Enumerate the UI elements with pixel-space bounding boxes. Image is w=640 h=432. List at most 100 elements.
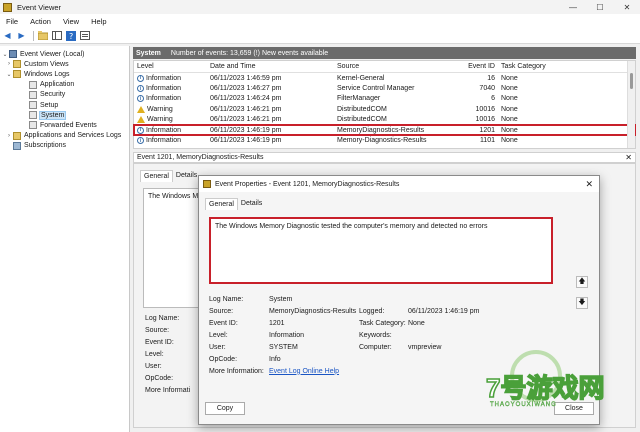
event-level-text: Information: [146, 95, 182, 103]
event-row[interactable]: i Information 06/11/2023 1:46:24 pm FilterM…: [134, 94, 635, 104]
event-level-cell: Warning: [134, 116, 207, 124]
minimize-button[interactable]: —: [560, 0, 586, 14]
event-source-cell: MemoryDiagnostics-Results: [337, 126, 425, 134]
detail-field-label: Event ID:: [145, 339, 174, 346]
column-date[interactable]: Date and Time: [207, 63, 334, 70]
log-icon: [29, 101, 37, 110]
dialog-title-bar: Event Properties - Event 1201, MemoryDia…: [199, 176, 599, 192]
help-icon[interactable]: ?: [65, 30, 76, 41]
tree-item[interactable]: Security: [0, 90, 129, 100]
panel-icon[interactable]: [51, 30, 62, 41]
tree-item[interactable]: ⌄ Event Viewer (Local): [0, 49, 129, 59]
log-icon: [29, 90, 37, 99]
expand-chevron-icon[interactable]: ⌄: [2, 51, 8, 58]
tree-item-label: System: [38, 110, 67, 120]
maximize-button[interactable]: ☐: [587, 0, 613, 14]
dialog-tab-general[interactable]: General: [205, 198, 238, 210]
tree-item-label: Setup: [40, 101, 59, 109]
detail-fields: Log Name: Source: Event ID: Level: User:…: [145, 315, 190, 399]
folder-icon: [13, 60, 21, 69]
event-row[interactable]: i Information 06/11/2023 1:46:19 pm MemoryD…: [133, 123, 636, 137]
toolbar-divider: [33, 30, 34, 41]
menu-file[interactable]: File: [0, 17, 24, 26]
event-task-cell: None: [501, 126, 518, 134]
event-task-cell: None: [501, 116, 518, 124]
level-value: Information: [269, 331, 305, 339]
information-icon: i: [137, 85, 144, 93]
menu-help[interactable]: Help: [85, 17, 112, 26]
event-row[interactable]: Warning 06/11/2023 1:46:21 pm DistributedC…: [134, 104, 635, 114]
event-id-cell: 10016: [475, 105, 495, 113]
opcode-value: Info: [269, 355, 281, 363]
scrollbar-thumb[interactable]: [630, 73, 633, 89]
tree-item[interactable]: System: [0, 110, 129, 120]
event-date-cell: 06/11/2023 1:46:59 pm: [210, 74, 282, 82]
detail-tab-general[interactable]: General: [140, 170, 173, 182]
event-level-cell: i Information: [134, 137, 207, 145]
event-row[interactable]: i Information 06/11/2023 1:46:59 pm Kernel-…: [134, 73, 635, 83]
close-window-button[interactable]: ✕: [614, 0, 640, 14]
back-arrow-icon[interactable]: ◀: [2, 30, 13, 41]
menu-view[interactable]: View: [57, 17, 85, 26]
expand-chevron-icon[interactable]: ⌄: [6, 71, 12, 78]
tree-item[interactable]: › Applications and Services Logs: [0, 131, 129, 141]
event-row[interactable]: i Information 06/11/2023 1:46:27 pm Service…: [134, 83, 635, 93]
column-task-category[interactable]: Task Category: [498, 63, 558, 70]
dialog-tab-details[interactable]: Details: [238, 198, 265, 210]
event-list-scrollbar[interactable]: [627, 61, 635, 148]
previous-event-arrow-icon[interactable]: 🡅: [576, 276, 588, 288]
next-event-arrow-icon[interactable]: 🡇: [576, 297, 588, 309]
detail-tab-details[interactable]: Details: [173, 170, 200, 182]
close-detail-icon[interactable]: ✕: [625, 153, 632, 162]
event-properties-dialog: Event Properties - Event 1201, MemoryDia…: [198, 175, 600, 425]
tree-item[interactable]: Subscriptions: [0, 141, 129, 151]
event-id-cell: 10016: [475, 116, 495, 124]
expand-chevron-icon[interactable]: ›: [6, 133, 12, 139]
event-log-online-help-link[interactable]: Event Log Online Help: [269, 368, 339, 375]
information-icon: i: [137, 126, 144, 134]
event-level-text: Warning: [147, 116, 173, 124]
event-level-cell: i Information: [134, 95, 207, 103]
tree-item[interactable]: Application: [0, 80, 129, 90]
event-row[interactable]: i Information 06/11/2023 1:46:19 pm Memory-…: [134, 135, 635, 145]
detail-field-label: OpCode:: [145, 375, 174, 382]
logged-label: Logged:: [359, 307, 385, 315]
event-level-cell: Warning: [134, 105, 207, 113]
forward-arrow-icon[interactable]: ▶: [16, 30, 27, 41]
event-date-cell: 06/11/2023 1:46:21 pm: [210, 116, 282, 124]
event-level-text: Information: [146, 74, 182, 82]
column-event-id[interactable]: Event ID: [462, 63, 498, 70]
tree-item[interactable]: Forwarded Events: [0, 120, 129, 130]
detail-field-label: Level:: [145, 351, 164, 358]
folder-up-icon[interactable]: [37, 30, 48, 41]
column-source[interactable]: Source: [334, 63, 462, 70]
tree-item[interactable]: Setup: [0, 100, 129, 110]
event-task-cell: None: [501, 74, 518, 82]
tree-item[interactable]: › Custom Views: [0, 59, 129, 69]
information-icon: i: [137, 95, 144, 103]
svg-text:?: ?: [69, 32, 73, 41]
log-header: System Number of events: 13,659 (!) New …: [133, 47, 636, 59]
event-level-text: Information: [146, 126, 182, 134]
source-value: MemoryDiagnostics-Results: [269, 307, 357, 315]
event-date-cell: 06/11/2023 1:46:24 pm: [210, 95, 282, 103]
expand-chevron-icon[interactable]: ›: [6, 61, 12, 67]
tree-item[interactable]: ⌄ Windows Logs: [0, 69, 129, 79]
toolbar: ◀ ▶ ?: [0, 28, 640, 44]
log-icon: [29, 111, 37, 120]
tree-item-label: Applications and Services Logs: [24, 132, 122, 140]
event-row[interactable]: Warning 06/11/2023 1:46:21 pm DistributedC…: [134, 115, 635, 125]
event-level-text: Warning: [147, 105, 173, 113]
folder-icon: [13, 70, 21, 79]
menu-action[interactable]: Action: [24, 17, 57, 26]
event-task-cell: None: [501, 95, 518, 103]
log-name-label: Log Name:: [209, 295, 244, 303]
column-level[interactable]: Level: [134, 63, 207, 70]
close-dialog-icon[interactable]: ✕: [585, 179, 593, 190]
event-id-value: 1201: [269, 319, 285, 327]
copy-button[interactable]: Copy: [205, 402, 245, 415]
event-source-cell: Memory-Diagnostics-Results: [337, 137, 427, 145]
tree-item-label: Event Viewer (Local): [20, 50, 85, 58]
properties-icon[interactable]: [79, 30, 90, 41]
close-button[interactable]: Close: [554, 402, 594, 415]
